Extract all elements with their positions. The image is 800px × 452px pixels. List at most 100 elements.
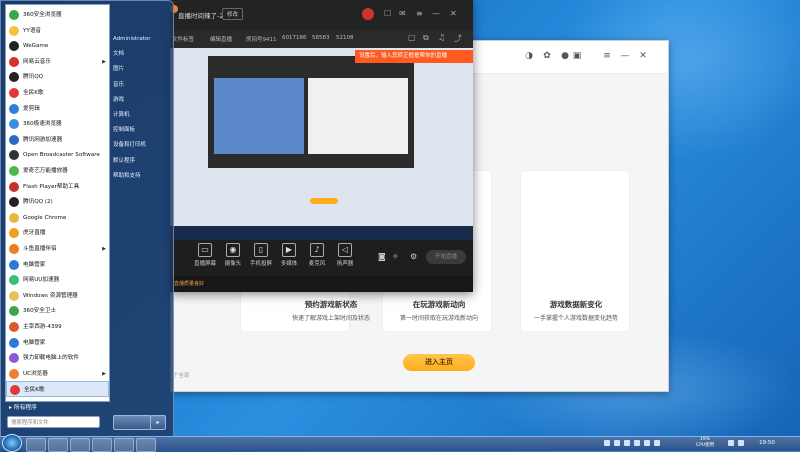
tool-speaker[interactable]: ◁ 扬声器: [332, 243, 358, 267]
program-icon: [9, 134, 19, 145]
program-icon: [9, 322, 19, 332]
notice-banner[interactable]: 设置后，输入您转正框框帮你的直播: [355, 50, 473, 63]
cpu-indicator[interactable]: 19% CPU使用: [690, 437, 720, 449]
tray-icon[interactable]: [654, 440, 660, 446]
program-label: Flash Player帮助工具: [23, 183, 80, 190]
program-item[interactable]: WeGame: [6, 38, 109, 54]
start-menu-link[interactable]: 设备和打印机: [113, 139, 171, 151]
program-icon: [9, 259, 19, 270]
program-item[interactable]: 电脑管家: [6, 335, 109, 351]
enter-home-button[interactable]: 进入主页: [403, 354, 475, 371]
tray-icon[interactable]: [634, 440, 640, 446]
program-item[interactable]: 虎牙直播: [6, 225, 109, 241]
program-item[interactable]: 网易云音乐 ▶: [6, 54, 109, 70]
info-item[interactable]: 文件标签: [172, 35, 194, 43]
program-item[interactable]: Google Chrome: [6, 210, 109, 226]
coin-icon[interactable]: ●: [559, 50, 571, 62]
menu-icon[interactable]: ≡: [416, 9, 423, 18]
tool-media[interactable]: ▶ 多媒体: [276, 243, 302, 267]
program-item[interactable]: Windows 资源管理器: [6, 288, 109, 304]
program-label: 虎牙直播: [23, 230, 46, 237]
start-menu-link[interactable]: 控制面板: [113, 124, 171, 136]
tool-label: 摄像头: [224, 261, 242, 267]
start-menu-link[interactable]: 帮助和支持: [113, 170, 171, 182]
nested-preview: [208, 56, 414, 168]
record-icon[interactable]: ◙: [378, 252, 386, 261]
start-menu-link[interactable]: 音乐: [113, 79, 171, 91]
bell-icon[interactable]: ♫: [438, 33, 445, 42]
program-item[interactable]: 360安全浏览器: [6, 7, 109, 23]
program-item[interactable]: 电脑管家: [6, 257, 109, 273]
edit-title-button[interactable]: 修改: [222, 8, 244, 20]
program-icon: [9, 25, 19, 36]
program-icon: [9, 212, 19, 223]
tool-mic[interactable]: ♪ 麦克风: [304, 243, 330, 267]
submenu-arrow-icon: ▶: [102, 58, 106, 65]
close-icon[interactable]: ✕: [637, 50, 649, 62]
settings-icon[interactable]: ⚙: [410, 252, 417, 261]
tray-icon[interactable]: [604, 440, 610, 446]
menu-icon[interactable]: ≡: [601, 50, 613, 62]
tool-phone[interactable]: ▯ 手机投屏: [248, 243, 274, 267]
program-item[interactable]: 360极速浏览器: [6, 116, 109, 132]
live-streaming-window: 直播时间辣了-2 修改 ☐ ✉ ≡ — ✕ 文件标签 编辑直播 房间号9411 …: [170, 0, 473, 292]
program-item[interactable]: 腾讯QQ (2): [6, 194, 109, 210]
program-item[interactable]: YY语音: [6, 23, 109, 39]
clock[interactable]: 19:50: [752, 436, 782, 450]
tool-screen[interactable]: ▭ 直播屏幕: [192, 243, 218, 267]
volume-icon[interactable]: [738, 440, 744, 446]
effects-icon[interactable]: ✧: [392, 252, 399, 261]
copy-icon[interactable]: ⧉: [423, 33, 429, 43]
mail-icon[interactable]: ✉: [399, 9, 406, 18]
program-item[interactable]: Flash Player帮助工具: [6, 179, 109, 195]
program-item[interactable]: 主宰西游-4399: [6, 319, 109, 335]
start-menu-link[interactable]: 文档: [113, 48, 171, 60]
program-item[interactable]: 斗鱼直播伴侣 ▶: [6, 241, 109, 257]
minimize-icon[interactable]: —: [619, 50, 631, 62]
share-icon[interactable]: ⤴: [454, 33, 462, 44]
program-icon: [9, 56, 19, 67]
start-menu-link[interactable]: 图片: [113, 63, 171, 75]
program-label: 电脑管家: [23, 339, 46, 346]
minimize-icon[interactable]: —: [432, 9, 440, 18]
start-menu-link[interactable]: 计算机: [113, 109, 171, 121]
start-menu-link[interactable]: 游戏: [113, 94, 171, 106]
start-live-button[interactable]: 开始直播: [426, 250, 466, 264]
program-item[interactable]: 360安全卫士: [6, 303, 109, 319]
program-item[interactable]: 腾讯网游加速器: [6, 132, 109, 148]
info-item[interactable]: 编辑直播: [210, 35, 232, 43]
program-item[interactable]: 全民K歌: [6, 381, 109, 398]
feature-title: 游戏数据新变化: [549, 300, 603, 309]
gift-icon[interactable]: ✿: [541, 50, 553, 62]
program-item[interactable]: 网易UU加速器: [6, 272, 109, 288]
user-icon[interactable]: ◑: [523, 50, 535, 62]
start-menu-link[interactable]: Administrator: [113, 33, 171, 45]
program-label: 腾讯QQ (2): [23, 199, 53, 206]
all-programs-item[interactable]: ▸ 所有程序: [5, 402, 108, 414]
network-icon[interactable]: [728, 440, 734, 446]
program-item[interactable]: Open Broadcaster Software: [6, 147, 109, 163]
search-input[interactable]: 搜索程序和文件: [7, 416, 100, 428]
tray-icon[interactable]: [624, 440, 630, 446]
tray-icon[interactable]: [644, 440, 650, 446]
bag-icon[interactable]: ▣: [571, 50, 583, 62]
program-item[interactable]: UC浏览器 ▶: [6, 366, 109, 382]
shutdown-button[interactable]: [113, 415, 151, 430]
tool-label: 多媒体: [280, 261, 298, 267]
tray-icon[interactable]: [614, 440, 620, 446]
avatar[interactable]: [362, 8, 374, 20]
lock-icon[interactable]: ▢: [408, 33, 416, 42]
program-item[interactable]: 腾讯QQ: [6, 69, 109, 85]
start-menu-link[interactable]: 默认程序: [113, 155, 171, 167]
program-item[interactable]: 强力卸载电脑上的软件: [6, 350, 109, 366]
program-item[interactable]: 爱剪辑: [6, 101, 109, 117]
tool-camera[interactable]: ◉ 摄像头: [220, 243, 246, 267]
skin-icon[interactable]: ☐: [384, 9, 391, 18]
feature-desc: 第一时间获取在玩游戏新动向: [399, 315, 478, 322]
start-button[interactable]: [2, 434, 22, 452]
close-icon[interactable]: ✕: [450, 9, 457, 18]
shutdown-options-button[interactable]: ▸: [150, 415, 166, 430]
submenu-arrow-icon: ▶: [102, 370, 106, 377]
program-item[interactable]: 爱奇艺万能播放器: [6, 163, 109, 179]
program-item[interactable]: 全民K歌: [6, 85, 109, 101]
